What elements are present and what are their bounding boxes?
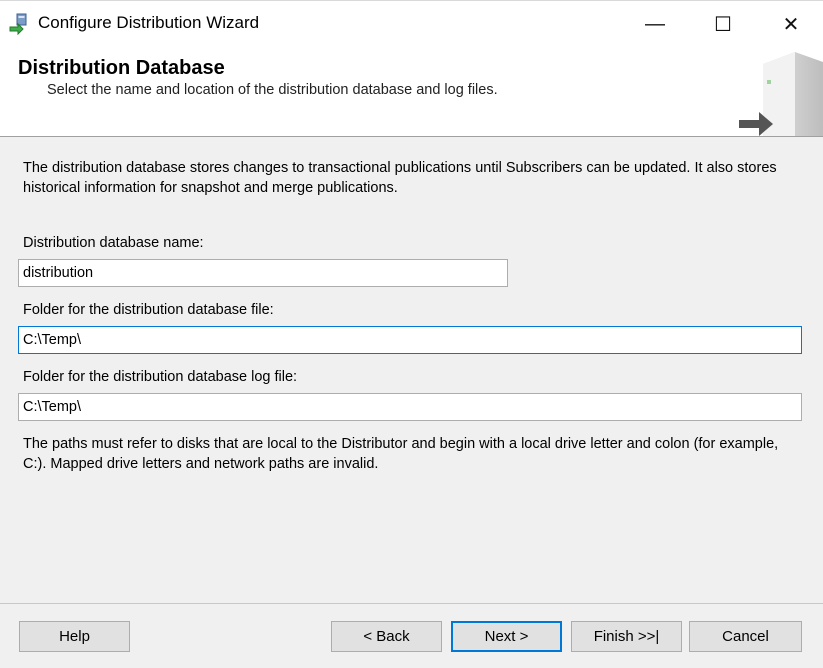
db-folder-label: Folder for the distribution database fil… (23, 302, 274, 318)
log-folder-input[interactable] (18, 393, 802, 421)
window-title: Configure Distribution Wizard (38, 13, 260, 32)
minimize-button[interactable]: — (621, 1, 689, 47)
finish-button[interactable]: Finish >>| (571, 621, 682, 652)
maximize-icon: ☐ (714, 13, 732, 36)
minimize-icon: — (645, 12, 665, 35)
db-name-input[interactable] (18, 259, 508, 287)
description-text: The distribution database stores changes… (23, 160, 777, 196)
close-icon: ✕ (782, 13, 800, 36)
db-folder-input[interactable] (18, 326, 802, 354)
close-button[interactable]: ✕ (757, 1, 823, 47)
db-name-label: Distribution database name: (23, 235, 204, 251)
log-folder-label: Folder for the distribution database log… (23, 369, 298, 385)
help-button[interactable]: Help (19, 621, 130, 652)
back-button[interactable]: < Back (331, 621, 442, 652)
wizard-icon (9, 13, 27, 35)
server-icon (739, 52, 823, 136)
footer-divider (0, 603, 823, 604)
cancel-button[interactable]: Cancel (689, 621, 802, 652)
wizard-header: Distribution Database Select the name an… (0, 46, 823, 137)
title-bar: Configure Distribution Wizard — ☐ ✕ (0, 0, 823, 47)
maximize-button[interactable]: ☐ (689, 1, 757, 47)
next-button[interactable]: Next > (451, 621, 562, 652)
path-note-text: The paths must refer to disks that are l… (23, 436, 779, 472)
page-title: Distribution Database (18, 57, 225, 79)
page-subtitle: Select the name and location of the dist… (47, 82, 498, 98)
